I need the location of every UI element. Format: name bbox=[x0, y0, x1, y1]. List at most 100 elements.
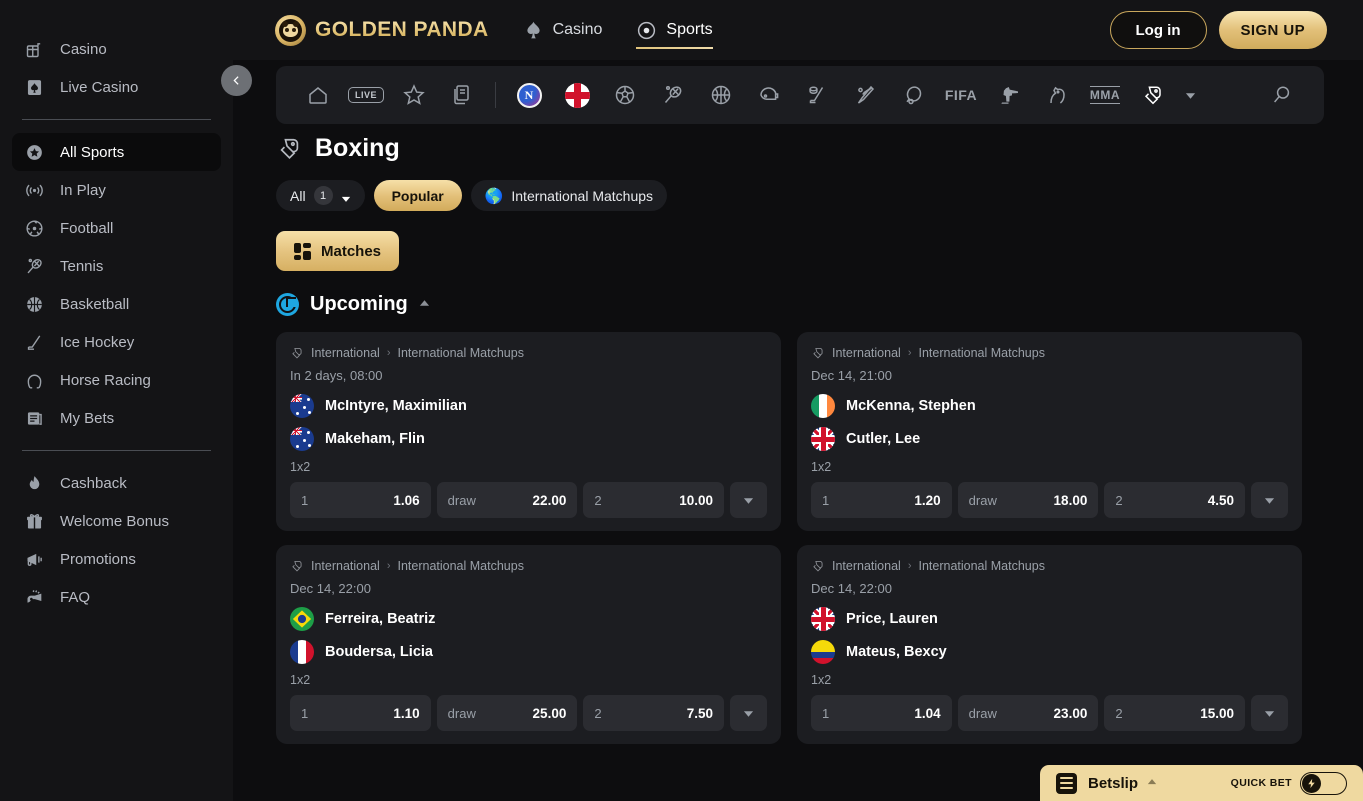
odds-button[interactable]: 2 4.50 bbox=[1104, 482, 1246, 518]
sidebar-item-faq[interactable]: FAQ bbox=[12, 578, 221, 616]
sidebar-item-label: Football bbox=[60, 219, 114, 237]
sidebar-item-basketball[interactable]: Basketball bbox=[12, 285, 221, 323]
sidebar-item-ice-hockey[interactable]: Ice Hockey bbox=[12, 323, 221, 361]
section-header-upcoming[interactable]: Upcoming bbox=[276, 293, 1324, 316]
odds-button[interactable]: 1 1.06 bbox=[290, 482, 431, 518]
boxing-glove-icon bbox=[292, 560, 302, 572]
horse-racing-icon[interactable] bbox=[1033, 66, 1081, 124]
top-header: GOLDEN PANDA Casino Sports Log in SIGN U… bbox=[233, 0, 1363, 60]
odds-row: 1 1.04 draw 23.00 2 15.00 bbox=[811, 695, 1289, 731]
sidebar-item-horse-racing[interactable]: Horse Racing bbox=[12, 361, 221, 399]
fifa-icon[interactable]: FIFA bbox=[937, 66, 985, 124]
soccer-icon[interactable] bbox=[601, 66, 649, 124]
whistle-icon bbox=[22, 585, 46, 609]
betslip-bar[interactable]: Betslip QUICK BET bbox=[1040, 765, 1363, 801]
mma-icon[interactable]: MMA bbox=[1081, 66, 1129, 124]
sidebar-item-label: My Bets bbox=[60, 409, 115, 427]
football-icon bbox=[22, 216, 46, 240]
odds-label: draw bbox=[447, 705, 476, 721]
sidebar-item-casino[interactable]: Casino bbox=[12, 30, 221, 68]
odds-button[interactable]: 1 1.04 bbox=[811, 695, 952, 731]
odds-value: 10.00 bbox=[679, 492, 714, 508]
league-name: International Matchups bbox=[918, 559, 1045, 573]
odds-label: 1 bbox=[822, 492, 830, 508]
team-name: Ferreira, Beatriz bbox=[325, 611, 436, 627]
odds-button[interactable]: 1 1.10 bbox=[290, 695, 431, 731]
nba-logo-icon[interactable]: N bbox=[505, 66, 553, 124]
match-card[interactable]: International › International Matchups In 2… bbox=[276, 332, 781, 531]
login-button[interactable]: Log in bbox=[1109, 11, 1207, 49]
sidebar-item-live-casino[interactable]: Live Casino bbox=[12, 68, 221, 106]
flame-icon bbox=[22, 471, 46, 495]
match-league: International › International Matchups bbox=[811, 346, 1288, 360]
tennis-icon[interactable] bbox=[649, 66, 697, 124]
breadcrumb-separator: › bbox=[386, 560, 391, 572]
match-card[interactable]: International › International Matchups Dec … bbox=[797, 332, 1302, 531]
odds-button[interactable]: draw 18.00 bbox=[957, 482, 1099, 518]
view-tabs: Matches bbox=[276, 231, 1324, 271]
match-card[interactable]: International › International Matchups Dec … bbox=[276, 545, 781, 744]
home-icon[interactable] bbox=[294, 66, 342, 124]
filter-chip-popular[interactable]: Popular bbox=[373, 180, 462, 211]
more-markets-button[interactable] bbox=[730, 695, 768, 731]
odds-button[interactable]: draw 22.00 bbox=[436, 482, 578, 518]
odds-button[interactable]: 2 7.50 bbox=[583, 695, 725, 731]
odds-button[interactable]: draw 23.00 bbox=[957, 695, 1099, 731]
spade-icon bbox=[526, 21, 540, 38]
odds-button[interactable]: 2 15.00 bbox=[1104, 695, 1246, 731]
header-nav-sports[interactable]: Sports bbox=[636, 0, 713, 60]
more-markets-button[interactable] bbox=[1251, 695, 1289, 731]
filter-chip-international-matchups[interactable]: 🌎 International Matchups bbox=[470, 180, 668, 211]
shooting-icon[interactable] bbox=[985, 66, 1033, 124]
header-nav-sports-label: Sports bbox=[666, 21, 713, 38]
odds-value: 25.00 bbox=[532, 705, 567, 721]
brand-logo[interactable]: GOLDEN PANDA bbox=[275, 14, 489, 46]
filter-chip-all[interactable]: All 1 bbox=[276, 180, 365, 211]
sidebar-item-all-sports[interactable]: All Sports bbox=[12, 133, 221, 171]
sidebar-item-cashback[interactable]: Cashback bbox=[12, 464, 221, 502]
table-tennis-icon[interactable] bbox=[889, 66, 937, 124]
odds-row: 1 1.10 draw 25.00 2 7.50 bbox=[290, 695, 768, 731]
odds-button[interactable]: 2 10.00 bbox=[583, 482, 725, 518]
odds-button[interactable]: draw 25.00 bbox=[436, 695, 578, 731]
match-card[interactable]: International › International Matchups Dec … bbox=[797, 545, 1302, 744]
boxing-glove-icon bbox=[813, 347, 823, 359]
signup-button[interactable]: SIGN UP bbox=[1218, 11, 1327, 49]
more-markets-button[interactable] bbox=[730, 482, 768, 518]
league-name: International Matchups bbox=[397, 346, 524, 360]
baseball-icon[interactable] bbox=[841, 66, 889, 124]
breadcrumb-separator: › bbox=[386, 347, 391, 359]
team-name: Price, Lauren bbox=[846, 611, 938, 627]
sports-more-dropdown[interactable] bbox=[1177, 90, 1203, 101]
england-flag-icon[interactable] bbox=[553, 66, 601, 124]
match-time: Dec 14, 22:00 bbox=[290, 581, 371, 596]
sidebar-divider bbox=[22, 119, 211, 120]
header-nav-casino[interactable]: Casino bbox=[523, 0, 602, 60]
sidebar-item-tennis[interactable]: Tennis bbox=[12, 247, 221, 285]
live-badge[interactable]: LIVE bbox=[342, 66, 390, 124]
chevron-up-icon[interactable] bbox=[1147, 774, 1157, 792]
favorites-star-icon[interactable] bbox=[390, 66, 438, 124]
more-markets-button[interactable] bbox=[1251, 482, 1289, 518]
sidebar-item-promotions[interactable]: Promotions bbox=[12, 540, 221, 578]
boxing-glove-icon bbox=[292, 347, 302, 359]
sidebar-item-football[interactable]: Football bbox=[12, 209, 221, 247]
boxing-glove-icon[interactable] bbox=[1129, 66, 1177, 124]
sidebar-item-in-play[interactable]: In Play bbox=[12, 171, 221, 209]
sidebar-item-my-bets[interactable]: My Bets bbox=[12, 399, 221, 437]
ice-hockey-icon[interactable] bbox=[793, 66, 841, 124]
lightning-icon bbox=[1308, 778, 1315, 788]
quick-bet-toggle[interactable] bbox=[1300, 771, 1347, 795]
sidebar-item-welcome-bonus[interactable]: Welcome Bonus bbox=[12, 502, 221, 540]
search-icon[interactable] bbox=[1258, 66, 1306, 124]
sidebar-collapse-button[interactable] bbox=[221, 65, 252, 96]
american-football-icon[interactable] bbox=[745, 66, 793, 124]
tab-matches[interactable]: Matches bbox=[276, 231, 400, 271]
bet-history-icon[interactable] bbox=[438, 66, 486, 124]
sports-nav-bar: LIVE N FIFA MMA bbox=[276, 66, 1324, 124]
flag-gb-icon bbox=[811, 427, 835, 451]
match-league: International › International Matchups bbox=[811, 559, 1288, 573]
odds-button[interactable]: 1 1.20 bbox=[811, 482, 952, 518]
odds-label: 1 bbox=[301, 492, 309, 508]
basketball-icon[interactable] bbox=[697, 66, 745, 124]
